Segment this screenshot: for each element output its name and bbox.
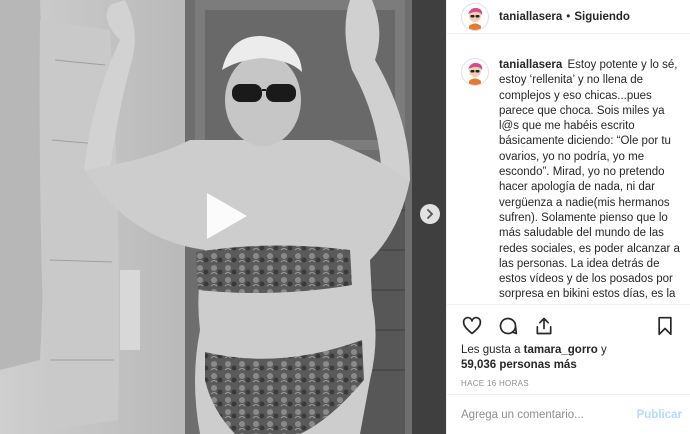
caption-avatar[interactable] xyxy=(461,58,489,86)
like-button[interactable] xyxy=(461,315,483,337)
caption-row: taniallasera Estoy potente y lo sé, esto… xyxy=(461,58,680,304)
avatar-image xyxy=(462,3,488,30)
action-bar xyxy=(461,311,676,341)
comment-input[interactable] xyxy=(461,408,631,421)
play-icon[interactable] xyxy=(195,187,253,245)
publish-button[interactable]: Publicar xyxy=(631,409,690,421)
bookmark-icon xyxy=(658,316,672,336)
add-comment-bar: Publicar xyxy=(447,394,690,434)
next-media-button[interactable] xyxy=(420,204,440,224)
post-actions: Les gusta a tamara_gorro y 59,036 person… xyxy=(447,304,690,394)
likes-prefix: Les gusta a xyxy=(461,344,521,356)
avatar-image xyxy=(462,59,488,85)
header-username[interactable]: taniallasera xyxy=(499,11,562,23)
likes-count[interactable]: 59,036 personas más xyxy=(461,359,577,371)
post-side-panel: taniallasera • Siguiendo taniallasera Es… xyxy=(446,0,690,434)
likes-summary: Les gusta a tamara_gorro y 59,036 person… xyxy=(461,343,676,373)
heart-icon xyxy=(462,316,482,335)
post-caption: taniallasera Estoy potente y lo sé, esto… xyxy=(499,58,680,304)
post-header: taniallasera • Siguiendo xyxy=(447,0,690,34)
following-button[interactable]: Siguiendo xyxy=(574,11,630,23)
comments-area[interactable]: taniallasera Estoy potente y lo sé, esto… xyxy=(447,34,690,304)
avatar[interactable] xyxy=(461,2,489,31)
save-button[interactable] xyxy=(654,315,676,337)
likes-join: y xyxy=(601,344,607,356)
comment-icon xyxy=(499,317,518,335)
liked-by-user[interactable]: tamara_gorro xyxy=(524,344,598,356)
comment-button[interactable] xyxy=(497,315,519,337)
instagram-post: taniallasera • Siguiendo taniallasera Es… xyxy=(0,0,690,434)
separator-dot: • xyxy=(566,10,571,23)
post-video[interactable] xyxy=(0,0,446,434)
post-timestamp[interactable]: HACE 16 HORAS xyxy=(461,379,676,388)
chevron-right-icon xyxy=(427,209,434,219)
caption-text: Estoy potente y lo sé, estoy ‘rellenita’… xyxy=(499,59,680,304)
caption-username[interactable]: taniallasera xyxy=(499,59,562,71)
share-button[interactable] xyxy=(533,315,555,337)
share-icon xyxy=(536,317,552,335)
